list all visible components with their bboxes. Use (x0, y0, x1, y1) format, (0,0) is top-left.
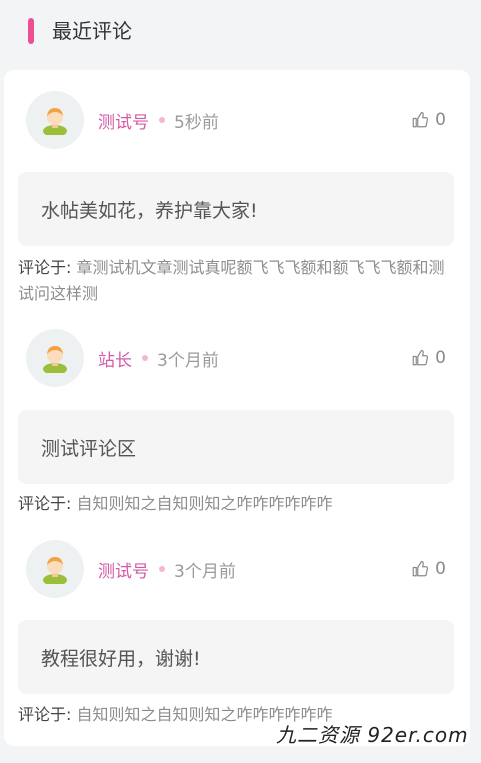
separator-dot (159, 566, 165, 572)
avatar[interactable] (26, 540, 84, 598)
user-avatar-icon (43, 557, 67, 584)
like-button[interactable]: 0 (411, 343, 446, 373)
thumbs-up-icon (412, 111, 429, 128)
like-count: 0 (435, 348, 446, 368)
reply-line: 评论于: 章测试机文章测试真呢额飞飞飞额和额飞飞飞额和测试问这样测 (18, 255, 458, 307)
section-accent-bar (28, 18, 34, 44)
reply-line: 评论于: 自知则知之自知则知之咋咋咋咋咋咋 (18, 491, 458, 517)
site-watermark: 九二资源 92er.com (276, 723, 469, 747)
user-avatar-icon (43, 346, 67, 373)
thumbs-up-icon (412, 560, 429, 577)
separator-dot (142, 355, 148, 361)
comments-card: 测试号 5秒前 0 水帖美如花，养护靠大家! 评论于: 章测试机文章测试真呢额飞… (4, 70, 470, 746)
comment-bubble: 水帖美如花，养护靠大家! (18, 172, 454, 246)
like-count: 0 (435, 559, 446, 579)
reply-prefix: 评论于: (18, 705, 72, 724)
comment-time: 5秒前 (174, 112, 219, 133)
like-button[interactable]: 0 (411, 105, 446, 135)
section-title: 最近评论 (52, 19, 132, 43)
comment-bubble: 测试评论区 (18, 410, 454, 484)
separator-dot (159, 117, 165, 123)
like-count: 0 (435, 110, 446, 130)
comment-time: 3个月前 (174, 561, 236, 582)
author-row: 测试号 5秒前 (98, 105, 219, 135)
section-header: 最近评论 (0, 0, 481, 62)
comment-time: 3个月前 (157, 350, 219, 371)
reply-target-link[interactable]: 自知则知之自知则知之咋咋咋咋咋咋 (77, 494, 333, 513)
author-name[interactable]: 站长 (98, 346, 132, 371)
comment-content: 测试评论区 (41, 437, 137, 460)
author-row: 测试号 3个月前 (98, 554, 236, 584)
avatar[interactable] (26, 91, 84, 149)
author-row: 站长 3个月前 (98, 343, 219, 373)
reply-target-link[interactable]: 章测试机文章测试真呢额飞飞飞额和额飞飞飞额和测试问这样测 (18, 258, 445, 303)
author-name[interactable]: 测试号 (98, 557, 149, 582)
comment-content: 教程很好用，谢谢! (41, 647, 201, 670)
recent-comments-page: 最近评论 测试号 5秒前 0 水帖美如花，养护靠大家! 评论于: 章测试机文章测… (0, 0, 481, 763)
user-avatar-icon (43, 108, 67, 135)
author-name[interactable]: 测试号 (98, 108, 149, 133)
reply-prefix: 评论于: (18, 494, 72, 513)
reply-prefix: 评论于: (18, 258, 72, 277)
comment-bubble: 教程很好用，谢谢! (18, 620, 454, 694)
avatar[interactable] (26, 329, 84, 387)
comment-content: 水帖美如花，养护靠大家! (41, 199, 258, 222)
like-button[interactable]: 0 (411, 554, 446, 584)
thumbs-up-icon (412, 349, 429, 366)
